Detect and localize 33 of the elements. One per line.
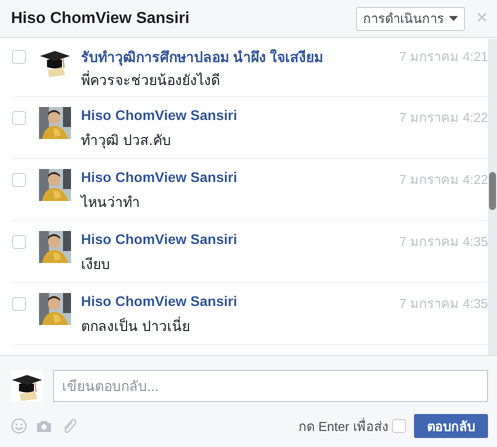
paperclip-icon[interactable]: [61, 418, 77, 434]
message-time: 7 มกราคม 4:22: [399, 109, 488, 127]
sender-name[interactable]: รับทำวุฒิการศึกษาปลอม นำผึง ใจเสงียม: [81, 46, 323, 68]
message-time: 7 มกราคม 4:35: [399, 295, 488, 313]
message-time: 7 มกราคม 4:22: [399, 171, 488, 189]
message-text: พี่ควรจะช่วยน้องยังไงดี: [81, 70, 221, 90]
sender-name[interactable]: Hiso ChomView Sansiri: [81, 231, 238, 252]
message-checkbox[interactable]: [12, 111, 26, 125]
message-checkbox[interactable]: [12, 297, 26, 311]
reply-field[interactable]: เขียนตอบกลับ...: [53, 370, 488, 402]
graduation-cap-icon: [11, 370, 43, 402]
enter-to-send-checkbox[interactable]: [392, 419, 406, 433]
sender-name[interactable]: Hiso ChomView Sansiri: [81, 293, 238, 314]
reply-button[interactable]: ตอบกลับ: [414, 414, 488, 438]
message-checkbox[interactable]: [12, 235, 26, 249]
message-text: เงียบ: [81, 255, 111, 274]
message-time: 7 มกราคม 4:21: [399, 48, 488, 66]
sender-name[interactable]: Hiso ChomView Sansiri: [81, 107, 238, 128]
message-checkbox[interactable]: [12, 50, 26, 64]
smiley-icon[interactable]: [11, 418, 27, 434]
sender-name[interactable]: Hiso ChomView Sansiri: [81, 169, 238, 190]
message-time: 7 มกราคม 4:35: [399, 233, 488, 251]
camera-icon[interactable]: [36, 418, 52, 434]
scrollbar[interactable]: [488, 39, 497, 355]
caret-icon: [449, 16, 458, 21]
scrollbar-thumb[interactable]: [489, 172, 496, 210]
message-text: ไหนว่าทำ: [81, 193, 141, 212]
message-checkbox[interactable]: [12, 173, 26, 187]
actions-dropdown[interactable]: การดำเนินการ: [356, 6, 465, 30]
chat-title: Hiso ChomView Sansiri: [11, 10, 190, 28]
enter-to-send-label: กด Enter เพื่อส่ง: [298, 416, 388, 436]
message-text: ทำวุฒิ ปวส.คับ: [81, 131, 172, 151]
message-text: ตกลงเป็น ปาวเนี่ย: [81, 316, 191, 336]
